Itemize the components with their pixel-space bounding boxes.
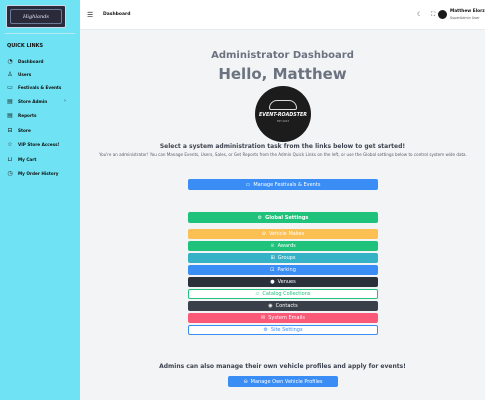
logo-subtext: EST 2023	[277, 120, 289, 123]
catalog-collections-button[interactable]: ▱ Catalog Collections	[188, 289, 378, 299]
parking-icon: ⊡	[270, 267, 275, 273]
sidebar-item-festivals-events[interactable]: ▭ Festivals & Events	[6, 82, 76, 92]
sidebar-item-label: My Cart	[18, 156, 37, 162]
contacts-label: Contacts	[275, 303, 298, 309]
manage-vehicle-profiles-label: Manage Own Vehicle Profiles	[250, 378, 323, 385]
star-icon: ☆	[7, 140, 13, 148]
map-pin-icon: ●	[270, 279, 275, 285]
trophy-icon: ♕	[270, 243, 275, 249]
sidebar-item-label: VIP Store Access!	[18, 141, 60, 147]
manage-festivals-label: Manage Festivals & Events	[253, 181, 321, 188]
catalog-collections-label: Catalog Collections	[262, 291, 311, 297]
user-name[interactable]: Matthew Elorz	[450, 9, 485, 14]
greeting-heading: Hello, Matthew	[218, 65, 347, 83]
brand-logo-frame: Highlands	[10, 9, 62, 24]
sidebar-item-label: Store	[18, 127, 31, 133]
intro-text: You're an administrator! You can Manage …	[99, 152, 467, 157]
parking-button[interactable]: ⊡ Parking	[188, 265, 378, 275]
sidebar-item-label: Reports	[18, 112, 37, 118]
select-task-heading: Select a system administration task from…	[159, 143, 406, 150]
sidebar-divider	[5, 33, 75, 34]
car-icon: ⊖	[243, 378, 248, 385]
history-icon: ◷	[7, 169, 13, 177]
sidebar-item-users[interactable]: ♙ Users	[6, 69, 76, 79]
venues-label: Venues	[277, 279, 296, 285]
quick-links-title: QUICK LINKS	[7, 43, 44, 49]
groups-button[interactable]: ⊞ Groups	[188, 253, 378, 263]
top-bar: ☰ Dashboard ☾ ⛶ Matthew Elorz SuperAdmin…	[80, 0, 485, 30]
sidebar-item-store-admin[interactable]: ▤ Store Admin ›	[6, 96, 76, 106]
groups-label: Groups	[277, 255, 296, 261]
reports-icon: ▤	[7, 111, 13, 119]
awards-button[interactable]: ♕ Awards	[188, 241, 378, 251]
venues-button[interactable]: ● Venues	[188, 277, 378, 287]
user-role: SuperAdmin User	[450, 16, 480, 20]
dashboard-icon: ◔	[7, 57, 13, 65]
logo-text: EVENT-ROADSTER	[258, 113, 307, 118]
chevron-right-icon: ›	[64, 98, 66, 104]
parking-label: Parking	[277, 267, 296, 273]
vehicle-makes-button[interactable]: ⊖ Vehicle Makes	[188, 229, 378, 239]
system-emails-label: System Emails	[268, 315, 305, 321]
vehicle-makes-label: Vehicle Makes	[268, 231, 305, 237]
user-icon: ♙	[7, 70, 13, 78]
site-settings-label: Site Settings	[270, 327, 303, 333]
sidebar-item-store[interactable]: ⊟ Store	[6, 125, 76, 135]
system-emails-button[interactable]: ✉ System Emails	[188, 313, 378, 323]
cart-icon: ⊔	[7, 155, 13, 163]
admins-vehicle-heading: Admins can also manage their own vehicle…	[159, 363, 406, 370]
global-settings-label: Global Settings	[265, 214, 309, 221]
sidebar-item-label: My Order History	[18, 170, 59, 176]
calendar-icon: ▭	[245, 181, 251, 188]
calendar-icon: ▭	[7, 83, 13, 91]
manage-festivals-button[interactable]: ▭ Manage Festivals & Events	[188, 179, 378, 190]
brand-logo-text: Highlands	[23, 13, 49, 20]
sidebar-item-label: Store Admin	[18, 98, 48, 104]
contact-icon: ◉	[268, 303, 273, 309]
folder-icon: ▱	[255, 291, 260, 297]
car-icon: ⊖	[261, 231, 266, 237]
sidebar-item-my-order-history[interactable]: ◷ My Order History	[6, 168, 76, 178]
manage-vehicle-profiles-button[interactable]: ⊖ Manage Own Vehicle Profiles	[228, 376, 338, 387]
sidebar: Highlands QUICK LINKS ◔ Dashboard ♙ User…	[0, 0, 80, 400]
sidebar-item-label: Festivals & Events	[18, 84, 62, 90]
sidebar-item-my-cart[interactable]: ⊔ My Cart	[6, 154, 76, 164]
avatar[interactable]	[438, 10, 447, 19]
global-settings-button[interactable]: ⚙ Global Settings	[188, 212, 378, 223]
sidebar-item-label: Users	[18, 71, 32, 77]
event-roadster-logo: EVENT-ROADSTER EST 2023	[255, 86, 311, 142]
sidebar-item-vip-store-access[interactable]: ☆ VIP Store Access!	[6, 139, 76, 149]
sidebar-item-dashboard[interactable]: ◔ Dashboard	[6, 56, 76, 66]
sidebar-item-label: Dashboard	[18, 58, 44, 64]
hamburger-menu-icon[interactable]: ☰	[87, 11, 93, 19]
gear-icon: ⚙	[257, 214, 263, 221]
admin-dashboard-heading: Administrator Dashboard	[211, 50, 354, 61]
sidebar-item-reports[interactable]: ▤ Reports	[6, 110, 76, 120]
contacts-button[interactable]: ◉ Contacts	[188, 301, 378, 311]
page-title: Dashboard	[103, 12, 131, 17]
fullscreen-icon[interactable]: ⛶	[431, 11, 435, 19]
car-silhouette-icon	[269, 100, 297, 110]
store-icon: ▤	[7, 97, 13, 105]
gear-icon: ⚙	[263, 327, 268, 333]
awards-label: Awards	[277, 243, 296, 249]
envelope-icon: ✉	[261, 315, 266, 321]
theme-toggle-icon[interactable]: ☾	[417, 11, 422, 18]
store-front-icon: ⊟	[7, 126, 13, 134]
grid-icon: ⊞	[270, 255, 275, 261]
brand-logo[interactable]: Highlands	[6, 5, 66, 28]
site-settings-button[interactable]: ⚙ Site Settings	[188, 325, 378, 335]
main-content: Administrator Dashboard Hello, Matthew E…	[80, 30, 485, 400]
